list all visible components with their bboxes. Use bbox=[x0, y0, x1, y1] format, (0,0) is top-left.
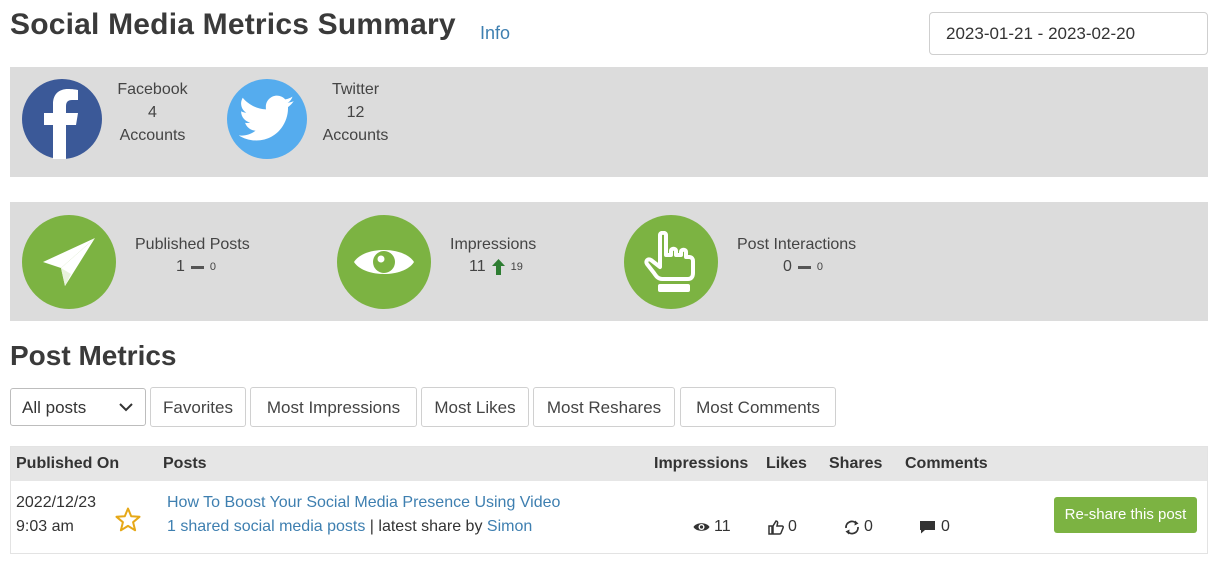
post-interactions-values: 0 0 bbox=[783, 258, 823, 276]
column-comments[interactable]: Comments bbox=[905, 455, 988, 473]
published-posts-values: 1 0 bbox=[176, 258, 216, 276]
latest-share-user-link[interactable]: Simon bbox=[487, 518, 532, 535]
facebook-accounts-unit: Accounts bbox=[119, 127, 186, 144]
comment-icon bbox=[920, 521, 935, 534]
post-interactions-label: Post Interactions bbox=[737, 236, 857, 253]
post-filter-select[interactable]: All posts bbox=[10, 388, 146, 426]
post-interactions-change: 0 bbox=[816, 261, 824, 273]
flat-trend-icon bbox=[797, 265, 811, 269]
impressions-value: 11 bbox=[469, 258, 486, 275]
date-range-picker[interactable]: 2023-01-21 - 2023-02-20 bbox=[929, 12, 1208, 55]
post-share-info: 1 shared social media posts | latest sha… bbox=[167, 518, 532, 536]
most-reshares-filter-button[interactable]: Most Reshares bbox=[533, 387, 675, 427]
post-metrics-table: Published On Posts Impressions Likes Sha… bbox=[10, 446, 1208, 554]
twitter-account-count: 12 bbox=[346, 104, 365, 121]
post-interactions-value: 0 bbox=[783, 258, 792, 275]
chevron-down-icon bbox=[119, 403, 133, 412]
twitter-accounts-unit: Accounts bbox=[322, 127, 389, 144]
column-published-on[interactable]: Published On bbox=[16, 455, 119, 473]
row-comments-value: 0 bbox=[941, 518, 950, 535]
most-impressions-filter-button[interactable]: Most Impressions bbox=[250, 387, 417, 427]
favorites-filter-button[interactable]: Favorites bbox=[150, 387, 246, 427]
reshare-post-button[interactable]: Re-share this post bbox=[1054, 497, 1197, 533]
facebook-accounts-summary: Facebook 4 Accounts bbox=[105, 78, 200, 147]
column-likes[interactable]: Likes bbox=[766, 455, 807, 473]
post-time: 9:03 am bbox=[16, 518, 74, 535]
flat-trend-icon bbox=[190, 265, 204, 269]
retweet-icon bbox=[845, 520, 859, 534]
row-impressions-value: 11 bbox=[714, 518, 731, 535]
impressions-change: 19 bbox=[510, 261, 523, 273]
page-title: Social Media Metrics Summary bbox=[10, 8, 456, 41]
latest-share-label: latest share by bbox=[378, 518, 483, 535]
row-likes-value: 0 bbox=[788, 518, 797, 535]
thumbs-up-icon bbox=[768, 519, 784, 535]
row-comments: 0 bbox=[919, 518, 950, 536]
accounts-panel: Facebook 4 Accounts Twitter 12 Accounts bbox=[10, 67, 1208, 177]
published-posts-value: 1 bbox=[176, 258, 185, 275]
column-shares[interactable]: Shares bbox=[829, 455, 882, 473]
post-date: 2022/12/23 bbox=[16, 494, 97, 511]
hand-pointer-icon bbox=[624, 215, 718, 309]
eye-icon bbox=[693, 523, 710, 531]
facebook-account-count: 4 bbox=[148, 104, 157, 121]
published-posts-label: Published Posts bbox=[135, 236, 250, 253]
published-posts-change: 0 bbox=[209, 261, 217, 273]
impressions-values: 11 19 bbox=[469, 258, 523, 276]
twitter-icon bbox=[227, 79, 307, 159]
shared-posts-link[interactable]: 1 shared social media posts bbox=[167, 518, 365, 535]
row-impressions: 11 bbox=[693, 518, 731, 536]
row-shares-value: 0 bbox=[864, 518, 873, 535]
twitter-accounts-summary: Twitter 12 Accounts bbox=[308, 78, 403, 147]
column-posts[interactable]: Posts bbox=[163, 455, 207, 473]
facebook-network-name: Facebook bbox=[117, 81, 188, 98]
post-filter-selected: All posts bbox=[22, 398, 87, 417]
column-impressions[interactable]: Impressions bbox=[654, 455, 748, 473]
share-separator: | bbox=[369, 518, 374, 535]
eye-icon bbox=[337, 215, 431, 309]
paper-plane-icon bbox=[22, 215, 116, 309]
table-header: Published On Posts Impressions Likes Sha… bbox=[11, 447, 1207, 481]
info-link[interactable]: Info bbox=[480, 23, 510, 44]
twitter-network-name: Twitter bbox=[331, 81, 380, 98]
row-shares: 0 bbox=[844, 518, 873, 536]
arrow-up-icon bbox=[491, 259, 505, 275]
stats-panel: Published Posts 1 0 Impressions 11 19 Po… bbox=[10, 202, 1208, 321]
most-comments-filter-button[interactable]: Most Comments bbox=[680, 387, 836, 427]
star-icon[interactable] bbox=[115, 507, 141, 532]
most-likes-filter-button[interactable]: Most Likes bbox=[421, 387, 529, 427]
post-metrics-title: Post Metrics bbox=[10, 340, 177, 371]
post-title-link[interactable]: How To Boost Your Social Media Presence … bbox=[167, 494, 560, 512]
row-likes: 0 bbox=[768, 518, 797, 536]
impressions-label: Impressions bbox=[450, 236, 537, 253]
facebook-icon bbox=[22, 79, 102, 159]
